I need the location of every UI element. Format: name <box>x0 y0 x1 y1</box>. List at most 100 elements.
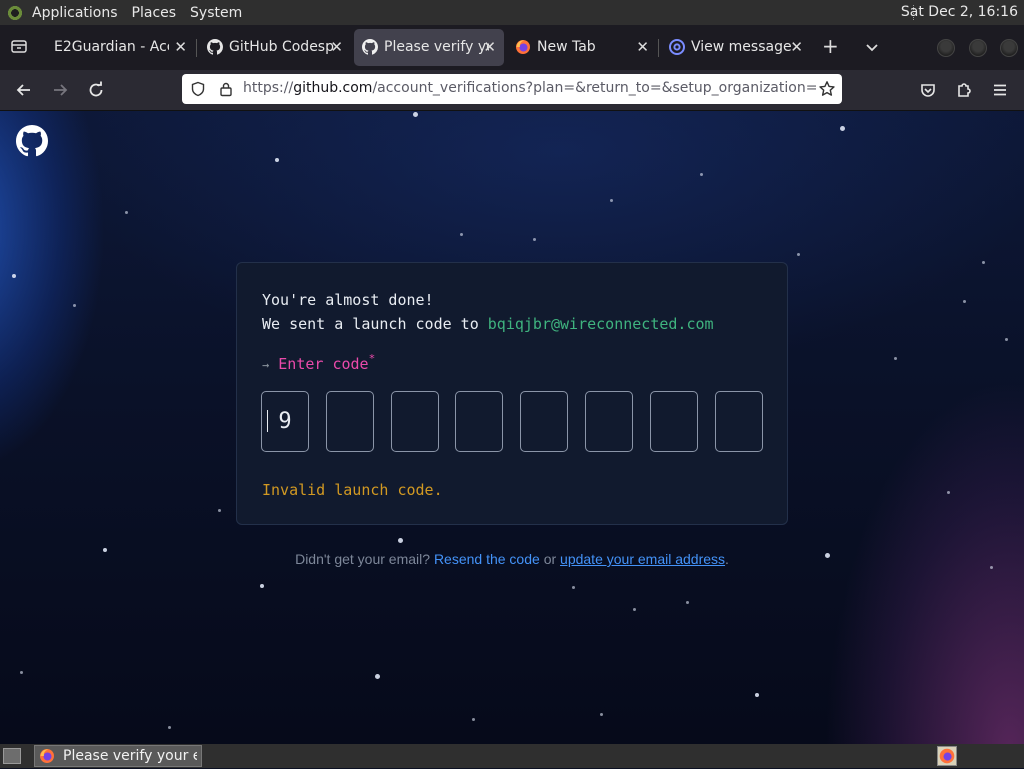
star <box>20 671 23 674</box>
taskbar-window-firefox[interactable]: Please verify your e... <box>34 745 202 767</box>
new-tab-button[interactable]: + <box>822 36 839 56</box>
star <box>947 491 950 494</box>
enter-code-label: → Enter code* <box>262 352 376 373</box>
os-top-panel: Applications Places System Sat Dec 2, 16… <box>0 0 1024 25</box>
star <box>460 233 463 236</box>
star <box>218 509 221 512</box>
star <box>755 693 759 697</box>
star <box>797 253 800 256</box>
close-tab-icon[interactable]: ✕ <box>174 38 187 56</box>
tab-divider <box>196 39 197 57</box>
close-window-button[interactable] <box>1000 39 1018 57</box>
email-address: bqiqjbr@wireconnected.com <box>487 315 714 333</box>
close-tab-icon[interactable]: ✕ <box>330 38 343 56</box>
code-digit-4-input[interactable] <box>455 391 503 452</box>
tab-new-tab[interactable]: New Tab ✕ <box>507 29 657 66</box>
star <box>963 300 966 303</box>
update-email-link[interactable]: update your email address <box>560 551 725 567</box>
code-digit-5-input[interactable] <box>520 391 568 452</box>
menu-places[interactable]: Places <box>132 5 177 21</box>
tab-title: GitHub Codespa <box>229 39 334 55</box>
tab-title: Please verify you <box>384 39 489 55</box>
github-icon <box>362 39 378 55</box>
close-tab-icon[interactable]: ✕ <box>636 38 649 56</box>
star <box>375 674 380 679</box>
code-digit-2-input[interactable] <box>326 391 374 452</box>
firefox-icon <box>40 749 54 763</box>
tab-divider <box>658 39 659 57</box>
browser-navigation-bar: https://github.com/account_verifications… <box>0 70 1024 111</box>
clock[interactable]: Sat Dec 2, 16:16 <box>901 4 1018 20</box>
menu-applications[interactable]: Applications <box>32 5 118 21</box>
github-logo-icon[interactable] <box>16 125 48 157</box>
invalid-code-error: Invalid launch code. <box>262 481 443 499</box>
resend-help-text: Didn't get your email? Resend the code o… <box>0 551 1024 567</box>
os-bottom-taskbar: Please verify your e... <box>0 744 1024 768</box>
url-host: github.com <box>293 80 373 96</box>
tab-view-message[interactable]: View message - ✕ <box>661 29 811 66</box>
firefox-icon <box>516 40 530 54</box>
url-bar[interactable]: https://github.com/account_verifications… <box>182 74 842 104</box>
hamburger-menu-icon[interactable] <box>990 80 1010 100</box>
text-caret <box>267 410 268 432</box>
code-digit-1-input[interactable] <box>261 391 309 452</box>
star <box>686 601 689 604</box>
tab-title: New Tab <box>537 39 596 55</box>
close-tab-icon[interactable]: ✕ <box>790 38 803 56</box>
bookmark-star-icon[interactable] <box>818 80 836 98</box>
enter-code-text: Enter code <box>278 355 369 373</box>
star <box>700 173 703 176</box>
verification-card: You're almost done! We sent a launch cod… <box>236 262 788 525</box>
os-logo-icon[interactable] <box>6 3 24 22</box>
star <box>398 538 403 543</box>
star <box>982 261 985 264</box>
maximize-window-button[interactable] <box>969 39 987 57</box>
show-desktop-icon[interactable] <box>3 748 21 764</box>
prompt-arrow-icon: → <box>262 358 270 372</box>
sent-code-prefix: We sent a launch code to <box>262 315 488 333</box>
resend-code-link[interactable]: Resend the code <box>434 551 540 567</box>
tab-overview-icon[interactable] <box>10 37 28 55</box>
star <box>168 726 171 729</box>
star <box>572 586 575 589</box>
star <box>894 357 897 360</box>
tab-please-verify[interactable]: Please verify you ✕ <box>354 29 504 66</box>
github-icon <box>207 39 223 55</box>
star <box>12 274 16 278</box>
code-digit-6-input[interactable] <box>585 391 633 452</box>
shield-icon[interactable] <box>190 81 206 97</box>
required-mark: * <box>368 352 376 365</box>
url-scheme: https:// <box>243 80 294 96</box>
page-viewport: You're almost done! We sent a launch cod… <box>0 111 1024 744</box>
code-digit-8-input[interactable] <box>715 391 763 452</box>
tab-title: View message - <box>691 39 796 55</box>
back-arrow-icon[interactable] <box>14 80 34 100</box>
star <box>73 304 76 307</box>
tab-e2guardian[interactable]: E2Guardian - Acces ✕ <box>40 29 195 66</box>
minimize-window-button[interactable] <box>937 39 955 57</box>
help-prefix: Didn't get your email? <box>295 551 431 567</box>
browser-tab-strip: E2Guardian - Acces ✕ GitHub Codespa ✕ Pl… <box>0 25 1024 70</box>
star <box>533 238 536 241</box>
url-path: /account_verifications?plan=&return_to=&… <box>372 80 818 96</box>
reload-icon[interactable] <box>86 80 106 100</box>
star <box>600 713 603 716</box>
close-tab-icon[interactable]: ✕ <box>483 38 496 56</box>
star <box>260 584 264 588</box>
extensions-puzzle-icon[interactable] <box>954 80 974 100</box>
menu-system[interactable]: System <box>190 5 242 21</box>
star <box>1005 338 1008 341</box>
lock-icon[interactable] <box>218 81 234 97</box>
code-digit-3-input[interactable] <box>391 391 439 452</box>
tab-github-codespaces[interactable]: GitHub Codespa ✕ <box>199 29 351 66</box>
forward-arrow-icon[interactable] <box>50 80 70 100</box>
code-digit-7-input[interactable] <box>650 391 698 452</box>
url-text[interactable]: https://github.com/account_verifications… <box>243 80 817 96</box>
almost-done-heading: You're almost done! <box>262 291 434 309</box>
star <box>633 608 636 611</box>
list-all-tabs-icon[interactable] <box>864 39 880 55</box>
tray-firefox-launcher[interactable] <box>937 746 957 766</box>
star <box>125 211 128 214</box>
firefox-icon <box>939 748 955 764</box>
pocket-icon[interactable] <box>918 80 938 100</box>
